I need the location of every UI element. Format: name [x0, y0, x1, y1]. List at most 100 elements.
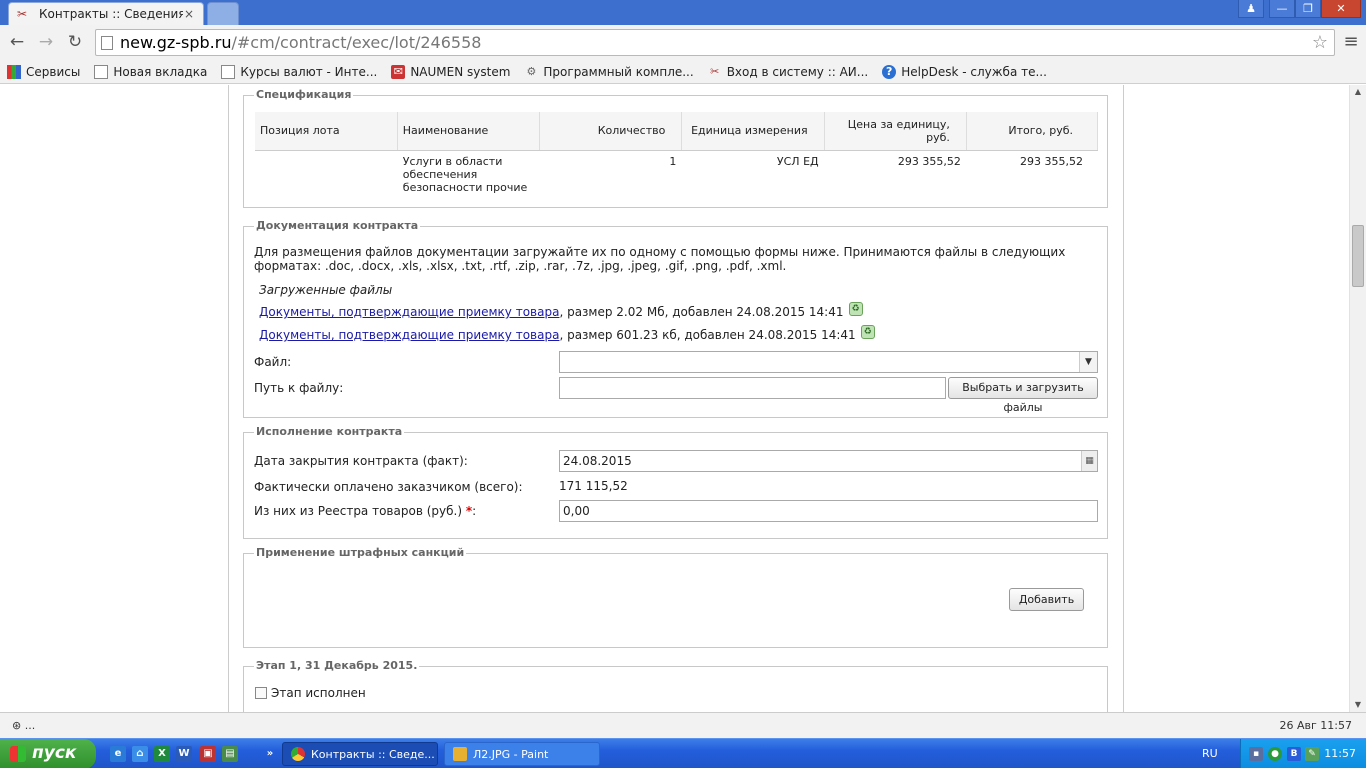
- menu-icon[interactable]: ≡: [1342, 31, 1360, 53]
- ie-icon[interactable]: e: [110, 746, 126, 762]
- bookmark-label: Вход в систему :: АИ...: [726, 64, 869, 79]
- file-path-input[interactable]: [559, 377, 946, 399]
- add-penalty-button[interactable]: Добавить: [1009, 588, 1084, 611]
- new-tab-button[interactable]: [207, 2, 239, 25]
- address-bar[interactable]: new.gz-spb.ru/#cm/contract/exec/lot/2465…: [95, 29, 1335, 56]
- file-info: , размер 601.23 кб, добавлен 24.08.2015 …: [559, 328, 856, 342]
- naumen-icon: ✉: [391, 64, 406, 79]
- close-date-input[interactable]: 24.08.2015 ▦: [559, 450, 1098, 472]
- table-header-row: Позиция лота Наименование Количество Еди…: [255, 112, 1099, 151]
- bookmarks-bar: Сервисы Новая вкладка Курсы валют - Инте…: [0, 60, 1366, 84]
- calendar-icon[interactable]: ▦: [1081, 451, 1097, 471]
- page-icon: [94, 64, 109, 79]
- docs-legend: Документация контракта: [254, 219, 421, 232]
- calc-icon[interactable]: ▤: [222, 746, 238, 762]
- close-tab-icon[interactable]: ×: [183, 7, 195, 21]
- url-path: /#cm/contract/exec/lot/246558: [231, 33, 482, 52]
- upload-files-button[interactable]: Выбрать и загрузить файлы: [948, 377, 1098, 414]
- page-scrollbar[interactable]: ▲ ▼: [1349, 85, 1366, 712]
- language-indicator[interactable]: RU: [1202, 747, 1218, 760]
- spec-legend: Спецификация: [254, 88, 354, 101]
- url-host: new.gz-spb.ru: [120, 33, 232, 52]
- restore-button[interactable]: ❐: [1295, 0, 1321, 18]
- col-total[interactable]: Итого, руб.: [966, 112, 1099, 151]
- penalties-section: Применение штрафных санкций Добавить: [243, 546, 1108, 648]
- cell-name: Услуги в области обеспечения безопасност…: [397, 150, 541, 198]
- b-icon[interactable]: B: [1287, 747, 1301, 761]
- col-price[interactable]: Цена за единицу, руб.: [824, 112, 967, 151]
- tab-title: Контракты :: Сведения об: [39, 7, 183, 21]
- col-name[interactable]: Наименование: [397, 112, 541, 151]
- bookmark-naumen[interactable]: ✉ NAUMEN system: [391, 64, 510, 79]
- scroll-up-icon[interactable]: ▲: [1350, 85, 1366, 99]
- execution-section: Исполнение контракта Дата закрытия контр…: [243, 425, 1108, 539]
- registry-input[interactable]: 0,00: [559, 500, 1098, 522]
- windows-logo-icon: [10, 746, 26, 762]
- recycle-icon[interactable]: ♻: [848, 302, 863, 316]
- bookmark-helpdesk[interactable]: ? HelpDesk - служба те...: [882, 64, 1047, 79]
- bookmark-currency[interactable]: Курсы валют - Инте...: [221, 64, 377, 79]
- network-icon[interactable]: ▪: [1249, 747, 1263, 761]
- registry-label-wrap: Из них из Реестра товаров (руб.) *:: [254, 504, 476, 518]
- paid-value: 171 115,52: [559, 479, 628, 493]
- task-paint[interactable]: Л2.JPG - Paint: [444, 742, 600, 766]
- help-icon: ?: [882, 64, 897, 79]
- registry-label: Из них из Реестра товаров (руб.): [254, 504, 463, 518]
- antivirus-icon[interactable]: ●: [1268, 747, 1282, 761]
- task-chrome[interactable]: Контракты :: Сведе...: [282, 742, 438, 766]
- file-select[interactable]: ▼: [559, 351, 1098, 373]
- cell-qty: 1: [539, 150, 683, 198]
- execution-legend: Исполнение контракта: [254, 425, 405, 438]
- close-window-button[interactable]: ✕: [1321, 0, 1361, 18]
- star-icon[interactable]: ☆: [1312, 30, 1328, 55]
- col-quantity[interactable]: Количество: [539, 112, 683, 151]
- more-icon[interactable]: »: [262, 746, 278, 762]
- clock: 11:57: [1324, 747, 1356, 760]
- penalties-legend: Применение штрафных санкций: [254, 546, 467, 559]
- tab-contracts[interactable]: ✂ Контракты :: Сведения об ×: [8, 2, 204, 25]
- tool-icon: ✂: [710, 64, 720, 78]
- paint-icon: [453, 747, 467, 761]
- save-icon[interactable]: ▣: [200, 746, 216, 762]
- forward-icon[interactable]: →: [34, 31, 58, 53]
- scroll-thumb[interactable]: [1352, 225, 1364, 287]
- file-link[interactable]: Документы, подтверждающие приемку товара: [259, 305, 559, 319]
- cell-unit: УСЛ ЕД: [681, 150, 825, 198]
- tool-tray-icon[interactable]: ✎: [1305, 747, 1319, 761]
- gear-icon: ⚙: [526, 64, 537, 78]
- apps-icon: [7, 64, 21, 79]
- file-info: , размер 2.02 Мб, добавлен 24.08.2015 14…: [559, 305, 844, 319]
- start-label: пуск: [32, 743, 77, 763]
- bookmark-services[interactable]: Сервисы: [7, 64, 80, 79]
- stage-done-label: Этап исполнен: [271, 686, 366, 700]
- bookmark-software[interactable]: ⚙ Программный компле...: [524, 65, 693, 79]
- back-icon[interactable]: ←: [5, 31, 29, 53]
- recycle-icon[interactable]: ♻: [860, 325, 875, 339]
- file-row: Документы, подтверждающие приемку товара…: [259, 325, 875, 342]
- browser-titlebar: ✂ Контракты :: Сведения об × ♟ — ❐ ✕: [0, 0, 1366, 25]
- stage-done-checkbox[interactable]: [255, 687, 267, 699]
- minimize-button[interactable]: —: [1269, 0, 1295, 18]
- col-unit[interactable]: Единица измерения: [681, 112, 825, 151]
- scroll-down-icon[interactable]: ▼: [1350, 698, 1366, 712]
- stage-legend: Этап 1, 31 Декабрь 2015.: [254, 659, 420, 672]
- word-icon[interactable]: W: [176, 746, 192, 762]
- user-icon[interactable]: ♟: [1238, 0, 1264, 18]
- reload-icon[interactable]: ↻: [63, 31, 87, 53]
- bookmark-login[interactable]: ✂ Вход в систему :: АИ...: [708, 64, 869, 79]
- cell-total: 293 355,52: [966, 150, 1099, 198]
- chevron-down-icon[interactable]: ▼: [1079, 352, 1097, 372]
- bookmark-label: Новая вкладка: [113, 64, 208, 79]
- explorer-icon[interactable]: ⌂: [132, 746, 148, 762]
- col-lot-position[interactable]: Позиция лота: [255, 112, 398, 151]
- file-link[interactable]: Документы, подтверждающие приемку товара: [259, 328, 559, 342]
- bookmark-label: Программный компле...: [543, 64, 694, 79]
- cell-price: 293 355,52: [824, 150, 967, 198]
- system-tray: ▪ ● B ✎ 11:57: [1240, 739, 1366, 768]
- bookmark-new-tab[interactable]: Новая вкладка: [94, 64, 208, 79]
- close-date-value: 24.08.2015: [563, 454, 632, 468]
- excel-icon[interactable]: X: [154, 746, 170, 762]
- start-button[interactable]: пуск: [0, 739, 96, 768]
- table-row: Услуги в области обеспечения безопасност…: [255, 150, 1099, 198]
- page-icon: [221, 64, 236, 79]
